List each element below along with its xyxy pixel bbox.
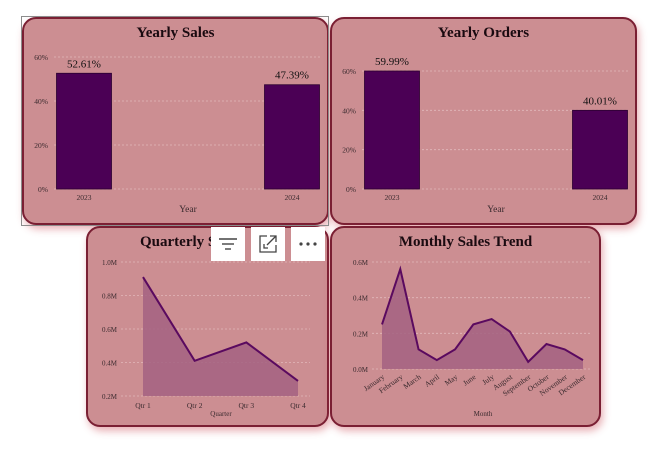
yearly-sales-chart: 0% 20% 40% 60% 52.61% 2023 47.39% 2024 Year xyxy=(34,53,322,215)
y-tick-label: 0.8M xyxy=(102,293,118,301)
x-axis-label: Year xyxy=(179,205,197,215)
yearly-sales-card[interactable]: Yearly Sales 0% 20% 40% 60% 52.61% 2023 47.39%… xyxy=(22,17,329,225)
data-label: 59.99% xyxy=(375,56,409,68)
x-tick-label: April xyxy=(423,372,441,388)
more-options-button[interactable] xyxy=(291,227,325,261)
y-tick-label: 0.2M xyxy=(353,330,369,338)
x-tick-label: Qtr 2 xyxy=(187,401,203,410)
x-tick-label: 2023 xyxy=(77,193,92,202)
data-label: 40.01% xyxy=(583,95,617,107)
y-tick-label: 20% xyxy=(34,141,48,150)
y-tick-label: 0% xyxy=(346,185,356,194)
data-label: 52.61% xyxy=(67,58,101,70)
filter-icon xyxy=(219,238,237,250)
x-axis-label: Month xyxy=(474,410,493,418)
more-options-icon xyxy=(299,242,317,246)
focus-mode-icon xyxy=(259,235,277,253)
yearly-orders-chart: 0% 20% 40% 60% 59.99% 2023 40.01% 2024 Year xyxy=(342,56,630,215)
y-tick-label: 60% xyxy=(34,53,48,62)
y-tick-label: 60% xyxy=(342,67,356,76)
filter-button[interactable] xyxy=(211,227,245,261)
bar xyxy=(572,109,628,190)
x-tick-label: 2024 xyxy=(285,193,300,202)
x-tick-label: Qtr 1 xyxy=(135,401,151,410)
x-tick-label: Qtr 4 xyxy=(290,401,306,410)
y-tick-label: 40% xyxy=(34,97,48,106)
x-tick-label: Qtr 3 xyxy=(239,401,255,410)
y-tick-label: 0.4M xyxy=(353,295,369,303)
data-label: 47.39% xyxy=(275,70,309,82)
y-tick-label: 20% xyxy=(342,146,356,155)
y-tick-label: 0.4M xyxy=(102,360,118,368)
yearly-orders-card[interactable]: Yearly Orders 0% 20% 40% 60% 59.99% 2023 40.01… xyxy=(330,17,637,225)
x-tick-label: 2024 xyxy=(593,193,608,202)
visual-header xyxy=(211,227,325,261)
y-tick-label: 0.0M xyxy=(353,366,369,374)
y-tick-label: 0.6M xyxy=(353,259,369,267)
y-tick-label: 0.6M xyxy=(102,326,118,334)
monthly-sales-chart: 0.0M0.2M0.4M0.6MJanuaryFebruaryMarch Apri… xyxy=(353,259,592,418)
x-tick-label: June xyxy=(461,372,478,388)
bar xyxy=(56,72,112,190)
y-tick-label: 0% xyxy=(38,185,48,194)
monthly-sales-card[interactable]: Monthly Sales Trend 0.0M 0.2M 0.4M 0.6M Janu… xyxy=(330,226,601,427)
x-axis-label: Year xyxy=(487,205,505,215)
bar xyxy=(364,70,420,190)
focus-mode-button[interactable] xyxy=(251,227,285,261)
bar xyxy=(264,84,320,190)
x-axis-label: Quarter xyxy=(210,410,232,418)
y-tick-label: 0.2M xyxy=(102,393,118,401)
x-tick-label: May xyxy=(443,372,460,387)
x-tick-label: 2023 xyxy=(385,193,400,202)
area-fill xyxy=(143,277,298,396)
y-tick-label: 40% xyxy=(342,106,356,115)
y-tick-label: 1.0M xyxy=(102,259,118,267)
x-tick-label: March xyxy=(401,372,422,391)
